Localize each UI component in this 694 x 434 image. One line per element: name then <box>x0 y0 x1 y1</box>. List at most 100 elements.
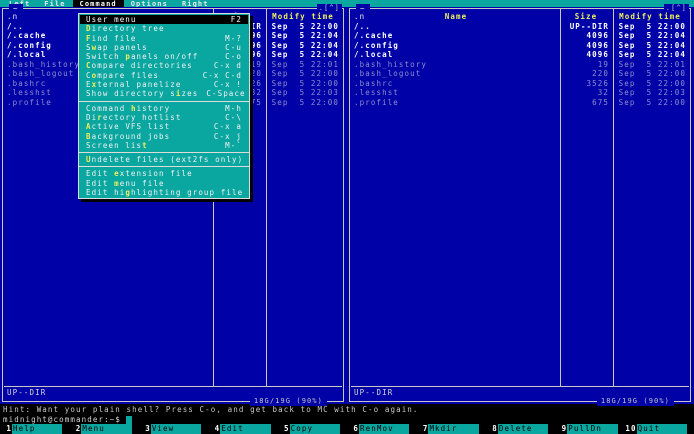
fkey-label: Copy <box>289 424 341 434</box>
file-mtime: Sep 5 22:04 <box>271 50 339 59</box>
file-row-[interactable]: /.. UP--DIR Sep 5 22:00 <box>352 22 688 32</box>
fkey-mkdir[interactable]: 7 Mkdir <box>416 424 485 434</box>
menu-item-label: Active VFS list <box>86 122 171 132</box>
file-row-bash-history[interactable]: .bash_history 19 Sep 5 22:01 <box>352 60 688 70</box>
fkey-number: 5 <box>284 424 290 433</box>
file-mtime: Sep 5 22:00 <box>271 78 339 88</box>
file-mtime: Sep 5 22:00 <box>618 97 686 107</box>
menu-item-shortcut: C-o <box>225 52 242 62</box>
menu-separator <box>79 164 249 169</box>
menu-item-find-file[interactable]: Find file M-? <box>80 34 248 43</box>
fkey-help[interactable]: 1 Help <box>0 424 69 434</box>
fkey-pulldn[interactable]: 9 PullDn <box>555 424 624 434</box>
fkey-number: 7 <box>422 424 429 433</box>
fkey-label: View <box>150 424 202 434</box>
menu-item-shortcut: C-u <box>225 42 242 52</box>
menu-item-label: Edit highlighting group file <box>86 188 244 198</box>
menu-item-shortcut: M-? <box>225 33 242 43</box>
menu-item-label: User menu <box>86 15 137 24</box>
file-size: 4096 <box>586 50 609 59</box>
fkey-quit[interactable]: 10 Quit <box>625 424 694 434</box>
menu-item-swap-panels[interactable]: Swap panels C-u <box>80 43 248 52</box>
column-header-mtime[interactable]: Modify time <box>612 12 688 22</box>
fkey-label: Mkdir <box>428 424 479 434</box>
column-header-mtime[interactable]: Modify time <box>265 12 341 22</box>
menu-item-undelete-files-ext2fs-only[interactable]: Undelete files (ext2fs only) <box>80 155 248 164</box>
menu-item-label: Switch panels on/off <box>86 52 199 62</box>
file-name: .bash_logout <box>354 69 422 78</box>
column-header-size[interactable]: Size <box>560 12 612 22</box>
file-size: 32 <box>597 88 609 97</box>
right-column-headers: .n Name Size Modify time <box>352 12 688 22</box>
file-name: /.local <box>354 50 394 59</box>
menu-item-compare-files[interactable]: Compare files C-x C-d <box>80 71 248 80</box>
sort-indicator: .n <box>7 12 19 21</box>
fkey-number: 9 <box>561 424 568 433</box>
menu-separator <box>79 99 249 104</box>
right-panel-frame: ~ .[^] 18G/19G (90%) .n Name Size Modify… <box>349 4 691 406</box>
fkey-number: 6 <box>353 424 360 433</box>
fkey-view[interactable]: 3 View <box>139 424 208 434</box>
menu-item-user-menu[interactable]: User menu F2 <box>80 15 248 25</box>
file-name: .profile <box>354 97 399 107</box>
menu-item-show-directory-sizes[interactable]: Show directory sizes C-Space <box>80 89 248 98</box>
file-row-local[interactable]: /.local 4096 Sep 5 22:04 <box>352 50 688 60</box>
file-mtime: Sep 5 22:00 <box>618 21 686 31</box>
file-name: .bash_history <box>354 59 427 69</box>
fkey-number: 2 <box>75 424 82 433</box>
right-mini-status: UP--DIR <box>351 386 689 398</box>
file-name: /.config <box>354 40 399 50</box>
menu-item-shortcut: C-x j <box>213 131 242 141</box>
fkey-label: Edit <box>220 424 271 434</box>
sort-indicator: .n <box>354 12 366 21</box>
menu-item-directory-hotlist[interactable]: Directory hotlist C-\ <box>80 113 248 122</box>
menu-separator <box>79 150 249 155</box>
menu-item-screen-list[interactable]: Screen list M-` <box>80 141 248 150</box>
fkey-edit[interactable]: 4 Edit <box>208 424 277 434</box>
left-mini-status: UP--DIR <box>4 386 342 398</box>
fkey-label: Quit <box>636 424 688 434</box>
file-row-profile[interactable]: .profile 675 Sep 5 22:00 <box>352 98 688 108</box>
file-mtime: Sep 5 22:03 <box>618 88 686 97</box>
menu-item-compare-directories[interactable]: Compare directories C-x d <box>80 61 248 70</box>
fkey-menu[interactable]: 2 Menu <box>69 424 138 434</box>
menu-item-edit-highlighting-group-file[interactable]: Edit highlighting group file <box>80 188 248 197</box>
right-file-list: /.. UP--DIR Sep 5 22:00 /.cache 4096 Sep 5 22… <box>352 22 688 108</box>
fkey-delete[interactable]: 8 Delete <box>486 424 555 434</box>
file-mtime: Sep 5 22:00 <box>618 69 686 78</box>
menu-item-external-panelize[interactable]: External panelize C-x ! <box>80 80 248 89</box>
file-mtime: Sep 5 22:03 <box>271 88 339 97</box>
file-row-cache[interactable]: /.cache 4096 Sep 5 22:04 <box>352 31 688 41</box>
menu-item-background-jobs[interactable]: Background jobs C-x j <box>80 132 248 141</box>
menu-item-label: Show directory sizes <box>86 89 199 99</box>
file-mtime: Sep 5 22:00 <box>271 69 339 78</box>
fkey-copy[interactable]: 5 Copy <box>278 424 347 434</box>
menu-item-switch-panels-on-off[interactable]: Switch panels on/off C-o <box>80 52 248 61</box>
menu-item-active-vfs-list[interactable]: Active VFS list C-x a <box>80 122 248 131</box>
fkey-label: PullDn <box>567 424 618 434</box>
menu-item-label: Directory tree <box>86 24 165 34</box>
menu-item-edit-extension-file[interactable]: Edit extension file <box>80 169 248 178</box>
menu-item-edit-menu-file[interactable]: Edit menu file <box>80 179 248 188</box>
fkey-renmov[interactable]: 6 RenMov <box>347 424 416 434</box>
menu-item-directory-tree[interactable]: Directory tree <box>80 24 248 33</box>
file-name: /.. <box>354 21 371 31</box>
file-row-bashrc[interactable]: .bashrc 3526 Sep 5 22:00 <box>352 79 688 89</box>
menu-item-shortcut: C-x d <box>213 61 242 71</box>
file-row-config[interactable]: /.config 4096 Sep 5 22:04 <box>352 41 688 51</box>
right-panel: ~ .[^] 18G/19G (90%) .n Name Size Modify… <box>347 4 694 406</box>
file-mtime: Sep 5 22:04 <box>618 31 686 40</box>
file-name: .lesshst <box>354 88 399 97</box>
file-size: 3526 <box>586 78 609 88</box>
panel-empty-area <box>352 107 688 386</box>
menu-item-command-history[interactable]: Command history M-h <box>80 104 248 113</box>
file-row-lesshst[interactable]: .lesshst 32 Sep 5 22:03 <box>352 88 688 98</box>
file-row-bash-logout[interactable]: .bash_logout 220 Sep 5 22:00 <box>352 69 688 79</box>
menu-item-label: Undelete files (ext2fs only) <box>86 155 244 165</box>
menu-item-label: Swap panels <box>86 42 148 52</box>
menu-item-shortcut: M-h <box>225 103 242 113</box>
menu-item-label: Edit extension file <box>86 169 193 179</box>
column-header-name[interactable]: Name <box>352 12 560 22</box>
mc-terminal-screen: LeftFileCommandOptionsRight ~ .[^] 18G/1… <box>0 0 694 434</box>
fkey-label: Help <box>12 424 63 434</box>
